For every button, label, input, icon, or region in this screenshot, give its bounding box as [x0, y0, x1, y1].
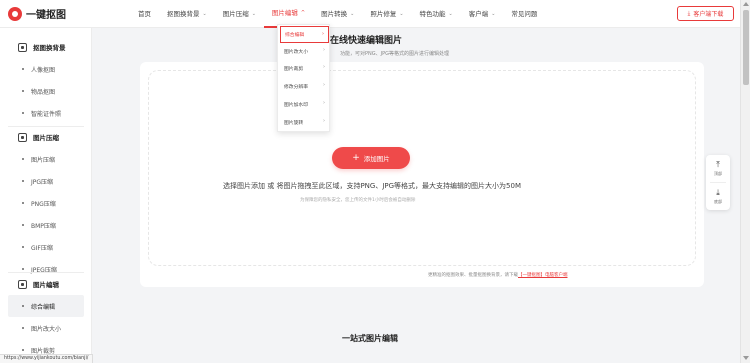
- nav-matting[interactable]: 抠图换背景 ⌄: [159, 0, 215, 28]
- bullet-icon: [22, 268, 24, 270]
- nav-features[interactable]: 特色功能 ⌄: [412, 0, 461, 28]
- sidebar: 抠图换背景 人像抠图 物品抠图 智能证件照 图片压缩 图片压缩 JPG压缩 PN…: [0, 28, 92, 363]
- main-nav: 首页 抠图换背景 ⌄ 图片压缩 ⌄ 图片编辑 ^ 图片转换 ⌄ 照片修复 ⌄ 特色功能 ⌄ …: [130, 0, 545, 28]
- client-download-link[interactable]: 【一键抠图】电脑客户端: [518, 273, 568, 278]
- page-subtitle: 功能，可对PNG、JPG等格式的图片进行编辑处理: [340, 51, 449, 57]
- chevron-up-icon: ^: [300, 10, 306, 16]
- sidebar-item-compress[interactable]: 图片压缩: [0, 148, 91, 170]
- dropdown-item-watermark[interactable]: 图片加水印 ›: [280, 96, 329, 113]
- chevron-right-icon: ›: [322, 31, 324, 37]
- nav-repair[interactable]: 照片修复 ⌄: [362, 0, 411, 28]
- plus-icon: +: [352, 152, 360, 163]
- download-icon: ⤓: [687, 9, 691, 17]
- chevron-down-icon: ⌄: [448, 11, 453, 17]
- nav-client[interactable]: 客户端 ⌄: [461, 0, 504, 28]
- bullet-icon: [22, 180, 24, 182]
- sidebar-item-comprehensive-edit[interactable]: 综合编辑: [8, 295, 84, 317]
- sidebar-group-title: 抠图换背景: [0, 36, 91, 58]
- sidebar-item-portrait[interactable]: 人像抠图: [0, 58, 91, 80]
- chevron-down-icon: ⌄: [251, 11, 256, 17]
- sidebar-group-compress: 图片压缩 图片压缩 JPG压缩 PNG压缩 BMP压缩 GIF压缩 JPEG压缩: [0, 126, 91, 280]
- sidebar-group-title: 图片编辑: [0, 273, 91, 295]
- scroll-bottom-button[interactable]: ⤓ 底部: [706, 183, 730, 210]
- upload-hint: 选择图片添加 或 将图片拖拽至此区域，支持PNG、JPG等格式，最大支持编辑的图…: [223, 182, 521, 190]
- sidebar-item-resize[interactable]: 图片改大小: [0, 317, 91, 339]
- bullet-icon: [22, 112, 24, 114]
- scroll-float-panel: ⤒ 顶部 ⤓ 底部: [706, 155, 730, 210]
- dropdown-item-comprehensive-edit[interactable]: 综合编辑 ›: [280, 26, 329, 43]
- chevron-down-icon: ⌄: [491, 11, 496, 17]
- sidebar-item-gif[interactable]: GIF压缩: [0, 236, 91, 258]
- chevron-right-icon: ›: [323, 47, 325, 53]
- dropdown-item-resize[interactable]: 图片改大小 ›: [280, 43, 329, 60]
- sidebar-item-png[interactable]: PNG压缩: [0, 192, 91, 214]
- compress-icon: [18, 132, 27, 142]
- scroll-top-button[interactable]: ⤒ 顶部: [706, 155, 730, 182]
- logo-icon: [8, 6, 22, 21]
- chevron-down-icon: ⌄: [350, 11, 355, 17]
- dropdown-item-crop[interactable]: 图片裁剪 ›: [280, 60, 329, 77]
- sidebar-item-bmp[interactable]: BMP压缩: [0, 214, 91, 236]
- edit-dropdown-menu: 综合编辑 › 图片改大小 › 图片裁剪 › 修改分辨率 › 图片加水印 › 图片旋转 ›: [277, 24, 330, 132]
- bullet-icon: [22, 158, 24, 160]
- add-image-button[interactable]: + 添加图片: [332, 147, 410, 169]
- privacy-note: 为保障您的隐私安全，您上传的文件1小时后会被自动删除: [300, 198, 416, 203]
- client-promo: 更精准的抠图效果、批量抠图换背景，请下载【一键抠图】电脑客户端: [428, 273, 568, 278]
- sidebar-group-edit: 图片编辑 综合编辑 图片改大小 图片裁剪: [0, 273, 91, 361]
- image-icon: [18, 42, 27, 52]
- edit-icon: [18, 279, 27, 289]
- page-title: 在线快速编辑图片: [330, 36, 403, 46]
- sidebar-item-jpg[interactable]: JPG压缩: [0, 170, 91, 192]
- bullet-icon: [22, 202, 24, 204]
- arrow-down-icon: ⤓: [716, 187, 720, 197]
- bullet-icon: [22, 305, 24, 307]
- status-bar-url: https://www.yijiankoutu.com/bianji/: [0, 354, 94, 363]
- nav-faq[interactable]: 常见问题: [503, 0, 545, 28]
- section-title: 一站式图片编辑: [342, 334, 398, 343]
- chevron-down-icon: ⌄: [399, 11, 404, 17]
- client-download-button[interactable]: ⤓ 客户端下载: [677, 6, 734, 21]
- top-header: 一键抠图 首页 抠图换背景 ⌄ 图片压缩 ⌄ 图片编辑 ^ 图片转换 ⌄ 照片修复 ⌄ 特…: [0, 0, 740, 28]
- scroll-up-arrow-icon[interactable]: [743, 2, 749, 6]
- nav-compress[interactable]: 图片压缩 ⌄: [215, 0, 264, 28]
- sidebar-group-title: 图片压缩: [0, 126, 91, 148]
- dropdown-item-resolution[interactable]: 修改分辨率 ›: [280, 78, 329, 95]
- sidebar-item-object[interactable]: 物品抠图: [0, 80, 91, 102]
- drop-zone[interactable]: [148, 70, 696, 266]
- chevron-right-icon: ›: [323, 100, 325, 106]
- sidebar-group-matting: 抠图换背景 人像抠图 物品抠图 智能证件照: [0, 36, 91, 124]
- brand-logo[interactable]: 一键抠图: [8, 6, 66, 21]
- bullet-icon: [22, 246, 24, 248]
- nav-home[interactable]: 首页: [130, 0, 159, 28]
- chevron-right-icon: ›: [323, 64, 325, 70]
- brand-name: 一键抠图: [26, 10, 66, 21]
- bullet-icon: [22, 90, 24, 92]
- bullet-icon: [22, 327, 24, 329]
- sidebar-item-id-photo[interactable]: 智能证件照: [0, 102, 91, 124]
- chevron-right-icon: ›: [323, 82, 325, 88]
- dropdown-item-rotate[interactable]: 图片旋转 ›: [280, 114, 329, 131]
- scrollbar-thumb[interactable]: [743, 10, 749, 85]
- bullet-icon: [22, 349, 24, 351]
- bullet-icon: [22, 224, 24, 226]
- page-scrollbar[interactable]: [740, 0, 750, 363]
- bullet-icon: [22, 68, 24, 70]
- chevron-right-icon: ›: [323, 118, 325, 124]
- chevron-down-icon: ⌄: [202, 11, 207, 17]
- arrow-up-icon: ⤒: [716, 159, 720, 169]
- scroll-down-arrow-icon[interactable]: [743, 356, 749, 360]
